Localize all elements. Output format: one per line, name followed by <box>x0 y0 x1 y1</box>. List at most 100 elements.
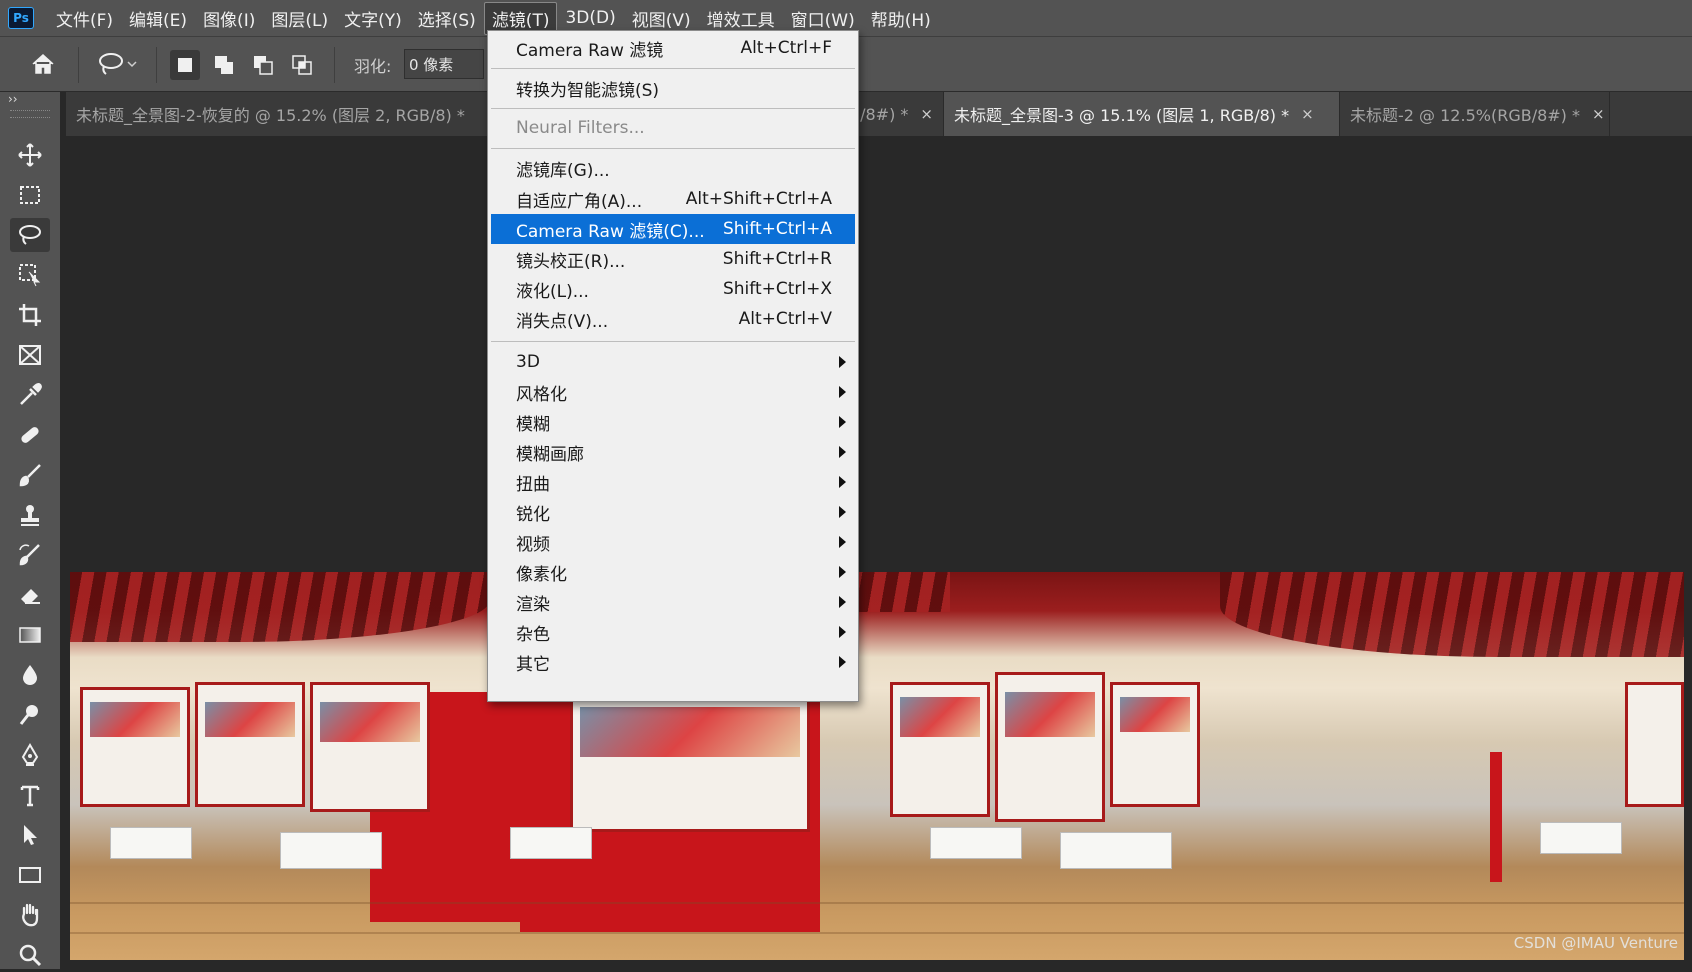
rectangle-tool-button[interactable] <box>10 858 50 892</box>
dodge-tool-button[interactable] <box>10 698 50 732</box>
menu-item-pixelate[interactable]: 像素化 <box>488 557 858 587</box>
filter-menu-dropdown: Camera Raw 滤镜 Alt+Ctrl+F 转换为智能滤镜(S) Neur… <box>487 30 859 702</box>
eraser-tool-icon <box>21 589 40 604</box>
menu-item-label: 镜头校正(R)... <box>516 251 626 272</box>
document-tab[interactable]: 未标题_全景图-2-恢复的 @ 15.2% (图层 2, RGB/8) * <box>66 92 494 136</box>
menu-layer[interactable]: 图层(L) <box>263 2 336 35</box>
menu-item-liquify[interactable]: 液化(L)... Shift+Ctrl+X <box>488 274 858 304</box>
zoom-tool-button[interactable] <box>10 938 50 972</box>
document-tab-title: 未标题-2 @ 12.5%(RGB/8#) * <box>1350 106 1580 125</box>
menu-3d[interactable]: 3D(D) <box>557 4 623 32</box>
menu-type[interactable]: 文字(Y) <box>336 2 410 35</box>
submenu-arrow-icon <box>839 626 846 638</box>
eraser-tool-button[interactable] <box>10 578 50 612</box>
marquee-tool-button[interactable] <box>10 178 50 212</box>
blur-tool-icon <box>23 665 37 685</box>
close-icon[interactable]: × <box>920 105 933 123</box>
close-icon[interactable]: × <box>1301 105 1314 123</box>
crop-tool-icon <box>19 304 41 326</box>
menu-item-vanishing-point[interactable]: 消失点(V)... Alt+Ctrl+V <box>488 304 858 334</box>
rectangle-tool-icon <box>19 867 41 883</box>
menu-edit[interactable]: 编辑(E) <box>121 2 195 35</box>
menu-item-sharpen[interactable]: 锐化 <box>488 497 858 527</box>
menu-item-label: 3D <box>516 352 540 372</box>
new-selection-button[interactable] <box>170 50 200 80</box>
panel-grip[interactable] <box>10 110 50 118</box>
submenu-arrow-icon <box>839 476 846 488</box>
menu-item-label: 渲染 <box>516 594 550 615</box>
menu-file[interactable]: 文件(F) <box>48 2 121 35</box>
eyedropper-tool-button[interactable] <box>10 378 50 412</box>
feather-input[interactable] <box>404 49 484 79</box>
menu-item-lens-correction[interactable]: 镜头校正(R)... Shift+Ctrl+R <box>488 244 858 274</box>
menu-item-blur-gallery[interactable]: 模糊画廊 <box>488 437 858 467</box>
watermark-text: CSDN @IMAU Venture <box>1513 934 1678 952</box>
menu-item-label: 锐化 <box>516 504 550 525</box>
document-canvas-image[interactable]: CSDN @IMAU Venture <box>70 572 1684 960</box>
history-brush-tool-icon <box>19 544 40 566</box>
menu-item-filter-gallery[interactable]: 滤镜库(G)... <box>488 153 858 183</box>
menu-item-render[interactable]: 渲染 <box>488 587 858 617</box>
blur-tool-button[interactable] <box>10 658 50 692</box>
menu-item-other[interactable]: 其它 <box>488 647 858 677</box>
add-to-selection-button[interactable] <box>209 50 239 80</box>
gradient-tool-button[interactable] <box>10 618 50 652</box>
menu-separator <box>491 148 855 149</box>
healing-brush-tool-icon <box>21 427 39 443</box>
pen-tool-button[interactable] <box>10 738 50 772</box>
collapse-panel-icon[interactable]: ›› <box>8 92 18 106</box>
document-tab-active[interactable]: 未标题_全景图-3 @ 15.1% (图层 1, RGB/8) * × <box>944 92 1340 136</box>
menu-item-noise[interactable]: 杂色 <box>488 617 858 647</box>
submenu-arrow-icon <box>839 656 846 668</box>
object-select-tool-icon <box>19 264 41 287</box>
menu-select[interactable]: 选择(S) <box>410 2 484 35</box>
object-select-tool-button[interactable] <box>10 258 50 292</box>
menu-item-video[interactable]: 视频 <box>488 527 858 557</box>
chevron-down-icon <box>127 61 137 68</box>
menu-item-label: Camera Raw 滤镜 <box>516 40 664 61</box>
menu-item-label: 其它 <box>516 654 550 675</box>
menu-item-label: 模糊 <box>516 414 550 435</box>
submenu-arrow-icon <box>839 506 846 518</box>
subtract-selection-icon <box>254 56 273 75</box>
menu-item-label: 模糊画廊 <box>516 444 584 465</box>
feather-label: 羽化: <box>354 57 392 76</box>
submenu-arrow-icon <box>839 566 846 578</box>
path-select-tool-button[interactable] <box>10 818 50 852</box>
menu-item-label: 液化(L)... <box>516 281 589 302</box>
brush-tool-button[interactable] <box>10 458 50 492</box>
home-button[interactable] <box>26 49 60 79</box>
menu-image[interactable]: 图像(I) <box>195 2 263 35</box>
healing-brush-tool-button[interactable] <box>10 418 50 452</box>
close-icon[interactable]: × <box>1592 105 1605 123</box>
menu-item-convert-smart-filters[interactable]: 转换为智能滤镜(S) <box>488 73 858 103</box>
lasso-tool-icon <box>19 225 41 245</box>
frame-tool-button[interactable] <box>10 338 50 372</box>
hand-tool-button[interactable] <box>10 898 50 932</box>
move-tool-button[interactable] <box>10 138 50 172</box>
type-tool-button[interactable] <box>10 778 50 812</box>
document-tab-bar: 未标题_全景图-2-恢复的 @ 15.2% (图层 2, RGB/8) * /8… <box>66 92 1692 136</box>
subtract-selection-button[interactable] <box>248 50 278 80</box>
history-brush-tool-button[interactable] <box>10 538 50 572</box>
menu-separator <box>491 108 855 109</box>
document-tab-title: 未标题_全景图-3 @ 15.1% (图层 1, RGB/8) * <box>954 106 1290 125</box>
document-tab[interactable]: 未标题-2 @ 12.5%(RGB/8#) * × <box>1340 92 1610 136</box>
menu-help[interactable]: 帮助(H) <box>863 2 939 35</box>
menu-item-camera-raw-filter[interactable]: Camera Raw 滤镜(C)... Shift+Ctrl+A <box>491 214 855 244</box>
menu-item-stylize[interactable]: 风格化 <box>488 377 858 407</box>
menu-item-distort[interactable]: 扭曲 <box>488 467 858 497</box>
brush-tool-icon <box>19 464 41 487</box>
photoshop-logo: Ps <box>8 7 34 29</box>
lasso-tool-button[interactable] <box>10 218 50 252</box>
clone-stamp-tool-button[interactable] <box>10 498 50 532</box>
crop-tool-button[interactable] <box>10 298 50 332</box>
menu-item-shortcut: Shift+Ctrl+A <box>722 219 832 239</box>
intersect-selection-button[interactable] <box>287 50 317 80</box>
menu-item-3d[interactable]: 3D <box>488 347 858 377</box>
menu-item-adaptive-wide-angle[interactable]: 自适应广角(A)... Alt+Shift+Ctrl+A <box>488 184 858 214</box>
menu-item-camera-raw-last[interactable]: Camera Raw 滤镜 Alt+Ctrl+F <box>488 33 858 63</box>
type-tool-icon <box>20 785 40 807</box>
menu-item-blur[interactable]: 模糊 <box>488 407 858 437</box>
tool-preset-picker[interactable] <box>90 49 144 79</box>
